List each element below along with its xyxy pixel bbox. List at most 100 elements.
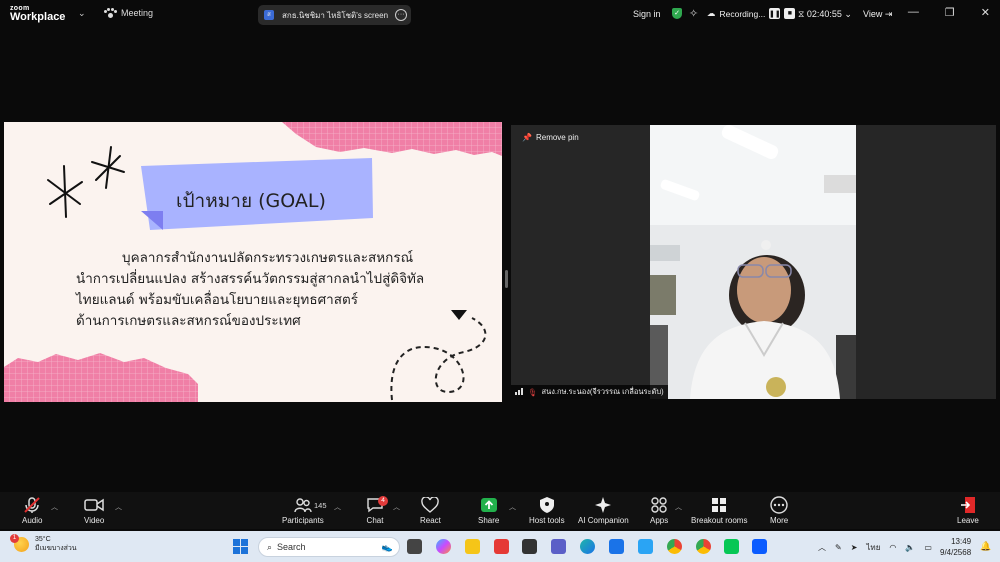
share-options-caret[interactable]: ︿: [509, 502, 516, 512]
cast-icon: ⇥: [882, 9, 893, 19]
temperature: 35°C: [35, 536, 51, 543]
participant-name-bar: 🎙 สนง.กษ.ระนอง(จีรวรรณ เกลื่อนระดับ): [511, 385, 668, 399]
store-icon[interactable]: [609, 539, 624, 554]
pause-recording-button[interactable]: ❚❚: [769, 8, 781, 19]
chrome-profile-icon[interactable]: [696, 539, 711, 554]
app-icon-red[interactable]: [494, 539, 509, 554]
security-shield-icon[interactable]: ✓: [672, 8, 682, 19]
zoom-icon[interactable]: [752, 539, 767, 554]
audio-options-caret[interactable]: ︿: [51, 502, 58, 512]
notification-bell-icon[interactable]: 🔔: [980, 541, 991, 552]
app-icon-blue[interactable]: [638, 539, 653, 554]
leave-door-icon: [960, 496, 976, 514]
stop-recording-button[interactable]: ■: [784, 8, 796, 19]
react-button[interactable]: React: [420, 496, 441, 525]
chat-unread-badge: 4: [378, 496, 388, 506]
pen-icon[interactable]: ✎: [835, 543, 842, 552]
line-icon[interactable]: [724, 539, 739, 554]
apps-options-caret[interactable]: ︿: [675, 502, 682, 512]
leave-button[interactable]: Leave: [957, 496, 979, 525]
input-language[interactable]: ไทย: [866, 541, 880, 554]
chrome-icon[interactable]: [667, 539, 682, 554]
meeting-timer: ⧖ 02:40:55 ⌄: [798, 9, 852, 20]
remove-pin-button[interactable]: 📌 Remove pin: [522, 133, 579, 142]
volume-icon[interactable]: 🔈: [905, 543, 915, 552]
ai-companion-button[interactable]: AI Companion: [578, 496, 629, 525]
search-placeholder: Search: [277, 542, 306, 552]
breakout-rooms-button[interactable]: Breakout rooms: [691, 496, 747, 525]
cloud-icon: ☁: [707, 8, 716, 18]
shared-screen-label: สกธ.นิชชิมา ไหธิโชติ's screen: [282, 10, 389, 20]
copilot-icon[interactable]: [436, 539, 451, 554]
participants-icon: [294, 496, 312, 514]
leave-label: Leave: [957, 516, 979, 525]
participants-count: 145: [314, 501, 327, 510]
weather-sun-icon: 1: [10, 533, 29, 552]
audio-button[interactable]: Audio: [22, 496, 42, 525]
slide-title: เป้าหมาย (GOAL): [176, 190, 326, 212]
teams-icon[interactable]: [551, 539, 566, 554]
slide-body-line: บุคลากรสำนักงานปลัดกระทรวงเกษตรและสหกรณ์: [122, 250, 414, 266]
participants-options-caret[interactable]: ︿: [334, 502, 341, 512]
heart-icon: [421, 496, 440, 514]
chat-options-caret[interactable]: ︿: [393, 502, 400, 512]
share-button[interactable]: Share: [478, 496, 499, 525]
host-tools-label: Host tools: [529, 516, 565, 525]
meeting-label: Meeting: [121, 8, 154, 18]
hourglass-icon: ⧖: [798, 9, 807, 19]
video-label: Video: [84, 516, 105, 525]
slide-body-line: ด้านการเกษตรและสหกรณ์ของประเทศ: [76, 313, 301, 329]
weather-alert-badge: 1: [10, 533, 19, 543]
windows-start-icon[interactable]: [233, 539, 248, 554]
zoom-meeting-window: zoom Workplace ⌄ Meeting ส สกธ.นิชชิมา ไ…: [0, 0, 1000, 562]
recording-label: Recording...: [719, 8, 766, 19]
view-button[interactable]: View ⇥: [863, 9, 892, 20]
video-button[interactable]: Video: [84, 496, 104, 525]
audio-label: Audio: [22, 516, 43, 525]
clock-time: 13:49: [951, 537, 972, 546]
restore-icon[interactable]: ❐: [945, 6, 955, 19]
task-view-icon[interactable]: [407, 539, 422, 554]
video-options-caret[interactable]: ︿: [115, 502, 122, 512]
sign-in-link[interactable]: Sign in: [633, 9, 661, 19]
minimize-icon[interactable]: —: [908, 6, 919, 19]
windows-taskbar: 1 35°C มีเมฆบางส่วน ⌕ Search 👟 ︿ ✎ ➤ ไทย…: [0, 531, 1000, 562]
taskbar-clock[interactable]: 13:49 9/4/2568: [940, 536, 971, 558]
close-icon[interactable]: ✕: [981, 6, 990, 19]
wifi-icon[interactable]: ◠: [889, 543, 896, 552]
send-icon[interactable]: ➤: [851, 543, 858, 552]
react-label: React: [420, 516, 441, 525]
more-button[interactable]: More: [770, 496, 788, 525]
split-view-drag-handle[interactable]: [505, 270, 508, 288]
edge-icon[interactable]: [580, 539, 595, 554]
share-screen-icon: [480, 496, 498, 514]
slide-body-line: ไทยแลนด์ พร้อมขับเคลื่อนโยบายและยุทธศาสต…: [76, 292, 358, 308]
meeting-info-button[interactable]: Meeting: [104, 8, 153, 18]
slide-body: บุคลากรสำนักงานปลัดกระทรวงเกษตรและสหกรณ์…: [76, 248, 424, 332]
weather-text: 35°C มีเมฆบางส่วน: [35, 535, 77, 553]
breakout-rooms-icon: [711, 496, 727, 514]
more-options-icon[interactable]: ···: [395, 9, 407, 21]
bottom-left-torn-paper: [4, 353, 198, 402]
host-tools-button[interactable]: Host tools: [529, 496, 565, 525]
chevron-down-icon[interactable]: ⌄: [78, 8, 86, 19]
ai-sparkle-icon[interactable]: ✧: [689, 7, 698, 20]
shield-icon: [539, 496, 555, 514]
shared-screen-pill[interactable]: ส สกธ.นิชชิมา ไหธิโชติ's screen ···: [258, 5, 411, 25]
apps-button[interactable]: Apps: [650, 496, 668, 525]
battery-icon[interactable]: ▭: [924, 543, 932, 552]
video-camera-icon: [84, 496, 104, 514]
taskbar-search-box[interactable]: ⌕ Search 👟: [258, 537, 400, 557]
participant-video-tile[interactable]: 📌 Remove pin 🎙 สนง.กษ.ระนอง(จีรวรรณ เกลื…: [511, 125, 996, 399]
logo-bottom-text: Workplace: [10, 11, 66, 23]
presenter-badge: ส: [264, 10, 274, 20]
apps-icon: [650, 496, 668, 514]
file-explorer-icon[interactable]: [465, 539, 480, 554]
participant-video-feed: [650, 125, 856, 399]
zoom-workplace-logo: zoom Workplace: [10, 4, 66, 23]
chevron-up-icon[interactable]: ︿: [818, 542, 826, 553]
weather-widget[interactable]: 1 35°C มีเมฆบางส่วน: [10, 533, 77, 553]
calendar-app-icon[interactable]: [522, 539, 537, 554]
chat-label: Chat: [366, 516, 384, 525]
chevron-down-icon[interactable]: ⌄: [842, 9, 852, 19]
